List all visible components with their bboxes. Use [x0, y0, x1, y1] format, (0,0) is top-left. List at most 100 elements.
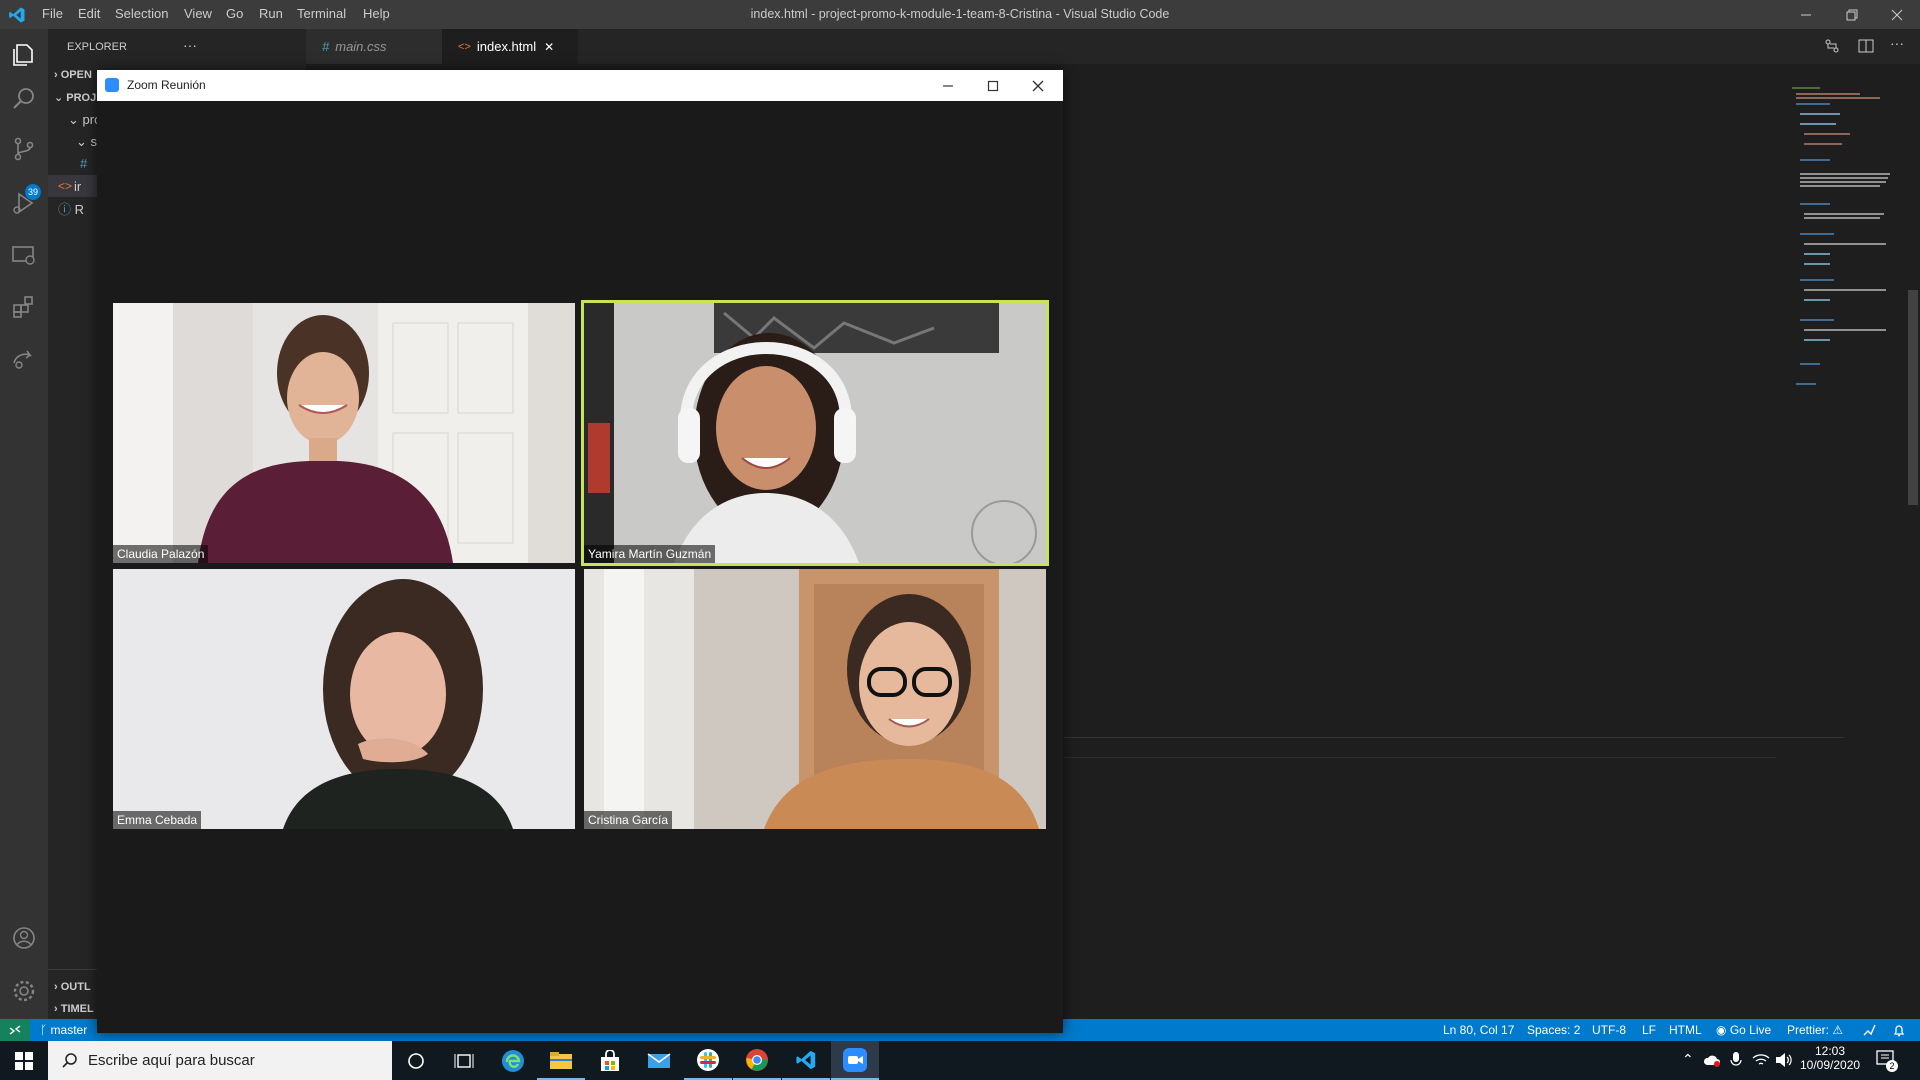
vscode-titlebar: File Edit Selection View Go Run Terminal… [0, 0, 1920, 29]
readme-label: R [74, 202, 85, 217]
participant-name: Emma Cebada [113, 811, 202, 829]
taskbar-file-explorer[interactable] [537, 1041, 585, 1080]
zoom-close-button[interactable] [1015, 70, 1061, 101]
minimize-button[interactable] [1783, 0, 1829, 29]
edge-browser-icon [502, 1049, 524, 1072]
participant-video [584, 303, 1046, 563]
open-editors-label: OPEN [60, 69, 92, 81]
end-of-line[interactable]: LF [1642, 1023, 1656, 1037]
window-title: index.html - project-promo-k-module-1-te… [750, 7, 1170, 21]
project-section[interactable]: ⌄ PROJ [54, 91, 96, 104]
indentation[interactable]: Spaces: 2 [1527, 1023, 1580, 1037]
html-file-label: ir [74, 179, 82, 194]
close-window-button[interactable] [1874, 0, 1920, 29]
live-share-icon[interactable] [10, 345, 38, 373]
minimize-icon [943, 84, 953, 87]
minimap[interactable] [1790, 84, 1900, 404]
volume-icon[interactable] [1775, 1052, 1793, 1068]
microphone-icon[interactable] [1730, 1052, 1742, 1068]
feedback-icon[interactable] [1862, 1023, 1876, 1037]
prettier-status[interactable]: Prettier: ⚠ [1787, 1023, 1843, 1037]
html-file-icon: <> [458, 40, 471, 53]
zoom-titlebar: Zoom Reunión [97, 70, 1063, 101]
clock-date: 10/09/2020 [1800, 1058, 1861, 1072]
notifications-bell-icon[interactable] [1892, 1023, 1906, 1037]
go-live-button[interactable]: ◉ Go Live [1716, 1023, 1771, 1037]
cursor-position[interactable]: Ln 80, Col 17 [1443, 1023, 1514, 1037]
start-button[interactable] [0, 1041, 48, 1080]
language-mode[interactable]: HTML [1669, 1023, 1702, 1037]
taskbar-search-box[interactable]: Escribe aquí para buscar [48, 1041, 392, 1080]
tray-expand-icon[interactable]: ⌃ [1682, 1051, 1694, 1068]
explorer-icon[interactable] [10, 41, 38, 69]
wifi-icon[interactable] [1752, 1052, 1770, 1068]
editor-tab-bar: # main.css <> index.html ✕ ··· [306, 29, 1920, 64]
search-icon[interactable] [10, 85, 38, 113]
participant-name: Cristina García [584, 811, 673, 829]
tab-index-html[interactable]: <> index.html ✕ [442, 29, 578, 64]
outline-section[interactable]: › OUTL [54, 981, 91, 993]
taskbar-zoom[interactable] [831, 1041, 879, 1080]
task-view-button[interactable] [440, 1041, 488, 1080]
explorer-title: EXPLORER [67, 41, 127, 53]
vscode-icon [796, 1050, 816, 1069]
tab-label: index.html [476, 39, 537, 54]
split-editor-icon[interactable] [1858, 38, 1874, 54]
git-branch[interactable]: ᚴ master [40, 1023, 87, 1037]
zoom-minimize-button[interactable] [925, 70, 971, 101]
taskbar-vscode[interactable] [782, 1041, 830, 1080]
readme-file-item[interactable]: ⓘ R [58, 199, 84, 218]
open-changes-icon[interactable] [1824, 38, 1840, 54]
taskbar-store[interactable] [586, 1041, 634, 1080]
store-bag-icon [601, 1049, 619, 1071]
cortana-button[interactable] [392, 1041, 440, 1080]
info-icon: ⓘ [58, 202, 72, 217]
editor-more-button[interactable]: ··· [1890, 35, 1904, 51]
clock[interactable]: 12:03 10/09/2020 [1800, 1044, 1860, 1072]
taskbar-slack[interactable] [684, 1041, 732, 1080]
editor-scrollbar[interactable] [1908, 290, 1918, 505]
task-view-icon [454, 1053, 474, 1068]
panel-divider [1064, 757, 1776, 758]
run-debug-icon[interactable] [10, 189, 38, 217]
taskbar-mail[interactable] [635, 1041, 683, 1080]
windows-logo-icon [15, 1051, 33, 1070]
cortana-icon [408, 1052, 424, 1069]
mail-icon [647, 1052, 671, 1068]
video-tile-1[interactable]: Claudia Palazón [113, 303, 575, 563]
clock-time: 12:03 [1814, 1044, 1846, 1058]
remote-indicator[interactable] [0, 1019, 30, 1041]
encoding[interactable]: UTF-8 [1592, 1023, 1626, 1037]
zoom-window-title: Zoom Reunión [127, 78, 206, 92]
css-file-item[interactable]: # [80, 156, 87, 171]
tab-close-icon[interactable]: ✕ [544, 40, 554, 54]
settings-gear-icon[interactable] [10, 977, 38, 1005]
taskbar-edge[interactable] [489, 1041, 537, 1080]
video-tile-4[interactable]: Cristina García [584, 569, 1046, 829]
explorer-more-button[interactable]: ··· [183, 37, 197, 53]
accounts-icon[interactable] [10, 924, 38, 952]
notification-count-badge: 2 [1886, 1060, 1898, 1072]
participant-name: Yamira Martín Guzmán [584, 545, 716, 563]
panel-divider [1064, 737, 1844, 738]
zoom-video-icon [843, 1047, 867, 1072]
action-center-button[interactable]: 2 [1876, 1049, 1898, 1072]
html-file-icon: <> [58, 179, 73, 193]
open-editors-section[interactable]: › OPEN [54, 69, 92, 81]
taskbar-chrome[interactable] [733, 1041, 781, 1080]
css-file-icon: # [322, 39, 330, 54]
video-tile-2[interactable]: Yamira Martín Guzmán [581, 300, 1049, 566]
search-icon [62, 1053, 77, 1068]
zoom-meeting-window: Zoom Reunión Claudia Palazón Yamira Mart… [97, 70, 1063, 1033]
restore-button[interactable] [1829, 0, 1875, 29]
timeline-section[interactable]: › TIMEL [54, 1003, 94, 1015]
source-control-icon[interactable] [10, 135, 38, 163]
remote-explorer-icon[interactable] [10, 241, 38, 269]
chevron-right-icon: › [54, 69, 58, 81]
cloud-sync-icon[interactable] [1703, 1053, 1721, 1067]
extensions-icon[interactable] [10, 293, 38, 321]
video-tile-3[interactable]: Emma Cebada [113, 569, 575, 829]
zoom-maximize-button[interactable] [970, 70, 1016, 101]
timeline-label: TIMEL [60, 1003, 94, 1015]
tab-main-css[interactable]: # main.css [306, 29, 442, 64]
